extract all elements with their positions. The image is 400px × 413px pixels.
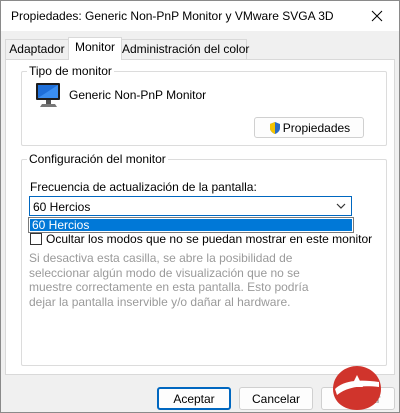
tab-color-management[interactable]: Administración del color	[121, 39, 249, 59]
monitor-type-group: Tipo de monitor Generic Non-PnP Monitor …	[21, 64, 387, 146]
close-button[interactable]	[355, 1, 399, 31]
shield-icon	[269, 121, 280, 134]
refresh-rate-option[interactable]: 60 Hercios	[30, 219, 352, 231]
window-title: Propiedades: Generic Non-PnP Monitor y V…	[11, 9, 334, 23]
title-bar: Propiedades: Generic Non-PnP Monitor y V…	[1, 1, 399, 31]
hide-modes-checkbox[interactable]	[30, 233, 42, 245]
monitor-icon	[36, 83, 60, 107]
hide-modes-label[interactable]: Ocultar los modos que no se puedan mostr…	[46, 232, 372, 246]
refresh-rate-label: Frecuencia de actualización de la pantal…	[30, 180, 257, 194]
tab-adaptador[interactable]: Adaptador	[5, 39, 69, 59]
accept-button[interactable]: Aceptar	[157, 387, 231, 410]
monitor-settings-group-label: Configuración del monitor	[27, 152, 168, 166]
tab-strip: Adaptador Monitor Administración del col…	[5, 37, 397, 60]
refresh-rate-select[interactable]: 60 Hercios	[29, 196, 352, 216]
tab-monitor[interactable]: Monitor	[68, 37, 122, 60]
monitor-properties-label: Propiedades	[282, 120, 351, 135]
monitor-type-group-label: Tipo de monitor	[27, 64, 114, 78]
monitor-name: Generic Non-PnP Monitor	[69, 88, 207, 102]
hide-modes-description: Si desactiva esta casilla, se abre la po…	[29, 251, 309, 309]
refresh-rate-dropdown: 60 Hercios	[28, 217, 354, 233]
refresh-rate-value: 60 Hercios	[33, 200, 91, 214]
watermark-logo	[333, 366, 381, 410]
properties-dialog: Propiedades: Generic Non-PnP Monitor y V…	[0, 0, 400, 413]
chevron-down-icon	[336, 203, 346, 209]
close-icon	[371, 10, 383, 22]
cancel-button[interactable]: Cancelar	[239, 387, 313, 410]
monitor-properties-button[interactable]: Propiedades	[254, 117, 364, 138]
